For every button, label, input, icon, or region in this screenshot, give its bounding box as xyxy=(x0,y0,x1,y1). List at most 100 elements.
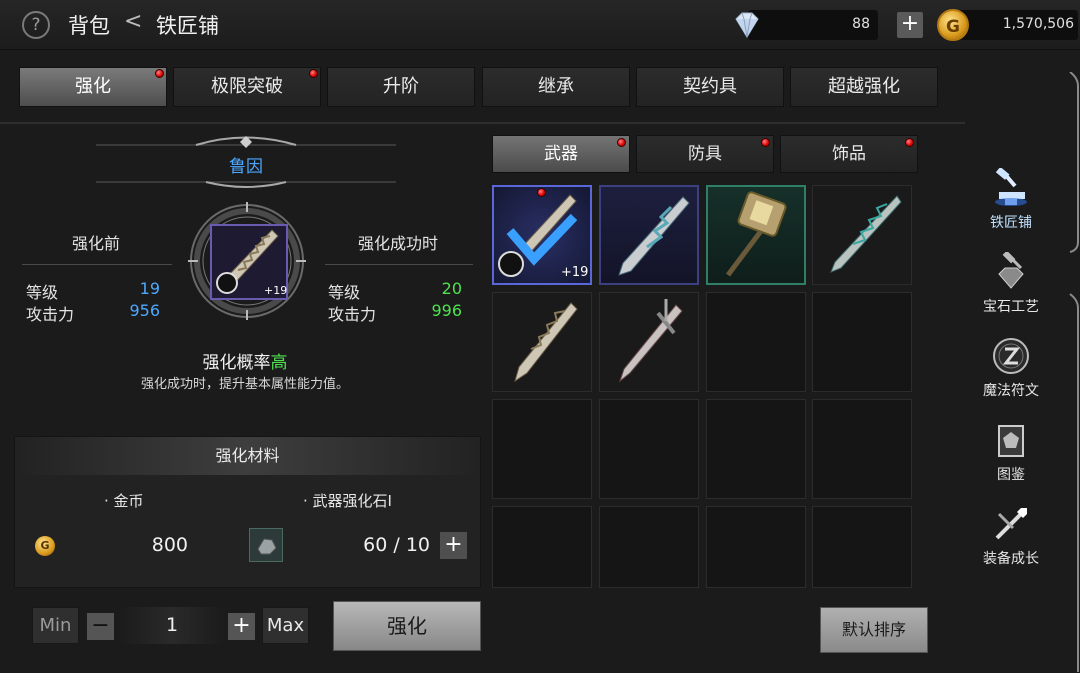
notification-dot xyxy=(537,188,546,197)
after-label: 强化成功时 xyxy=(358,234,439,253)
tab-weapons[interactable]: 武器 xyxy=(492,135,630,173)
side-nav-rune[interactable]: 魔法符文 xyxy=(968,336,1054,400)
inventory-slot[interactable] xyxy=(492,399,592,499)
help-button[interactable]: ? xyxy=(22,11,50,39)
divider xyxy=(0,122,965,124)
ornate-sword-icon xyxy=(618,196,690,276)
add-stone-button[interactable]: + xyxy=(440,532,467,559)
inventory-slot[interactable] xyxy=(599,185,699,285)
gold-coin-icon: G xyxy=(937,9,969,41)
tab-inherit[interactable]: 继承 xyxy=(482,67,630,107)
sort-button[interactable]: 默认排序 xyxy=(820,607,928,653)
stone-count: 60 / 10 xyxy=(363,534,430,556)
tab-enhance[interactable]: 强化 xyxy=(19,67,167,107)
inventory-slot[interactable] xyxy=(492,292,592,392)
gold-material-name: · 金币 xyxy=(104,492,144,510)
inventory-slot[interactable] xyxy=(812,185,912,285)
tab-rank-up[interactable]: 升阶 xyxy=(327,67,475,107)
enhance-level: +19 xyxy=(264,284,288,297)
diamond-icon xyxy=(735,12,759,38)
book-icon xyxy=(998,425,1024,457)
anvil-hammer-icon xyxy=(995,168,1027,206)
rate-description: 强化成功时，提升基本属性能力值。 xyxy=(140,377,349,392)
tab-label: 契约具 xyxy=(683,76,737,97)
tab-limit-break[interactable]: 极限突破 xyxy=(173,67,321,107)
divider xyxy=(22,264,172,265)
enhance-stone-icon[interactable] xyxy=(249,528,283,562)
inventory-slot[interactable] xyxy=(599,506,699,588)
serrated-blade-icon xyxy=(514,302,578,383)
tab-label: 饰品 xyxy=(832,144,866,164)
page-title: 铁匠铺 xyxy=(156,14,219,38)
level-label: 等级 xyxy=(328,283,361,302)
gem-counter: 88 xyxy=(748,10,878,40)
tab-label: 武器 xyxy=(544,144,578,164)
side-nav-label: 图鉴 xyxy=(997,467,1025,483)
cross-emblem-icon xyxy=(216,272,238,294)
character-name: 鲁因 xyxy=(229,157,263,177)
stone-material-name: · 武器强化石I xyxy=(303,492,392,510)
inventory-slot[interactable] xyxy=(812,292,912,392)
war-hammer-icon xyxy=(726,191,787,277)
before-label: 强化前 xyxy=(72,234,121,253)
breadcrumb-bag[interactable]: 背包 xyxy=(68,10,110,40)
enhance-button[interactable]: 强化 xyxy=(333,601,481,651)
inventory-slot[interactable] xyxy=(706,399,806,499)
add-gems-button[interactable]: + xyxy=(897,12,923,38)
before-level-value: 19 xyxy=(139,279,160,298)
max-button[interactable]: Max xyxy=(262,607,309,644)
tab-contract[interactable]: 契约具 xyxy=(636,67,784,107)
inventory-slot[interactable] xyxy=(706,292,806,392)
broadsword-icon xyxy=(618,299,683,383)
side-nav-gem-craft[interactable]: 宝石工艺 xyxy=(968,252,1054,316)
side-panel-frame xyxy=(1069,72,1079,672)
attack-label: 攻击力 xyxy=(328,305,377,324)
tab-label: 强化 xyxy=(75,76,111,97)
level-label: 等级 xyxy=(26,283,59,302)
side-nav-label: 宝石工艺 xyxy=(983,299,1039,315)
enhance-level: +19 xyxy=(561,265,589,280)
back-chevron-icon[interactable]: < xyxy=(124,9,142,34)
divider xyxy=(325,264,473,265)
notification-dot xyxy=(761,138,770,147)
tab-label: 升阶 xyxy=(383,76,419,97)
inventory-slot[interactable] xyxy=(812,399,912,499)
gold-cost: 800 xyxy=(151,534,188,556)
notification-dot xyxy=(155,69,164,78)
before-attack-value: 956 xyxy=(129,301,160,320)
side-nav-blacksmith[interactable]: 铁匠铺 xyxy=(968,168,1054,232)
inventory-slot[interactable] xyxy=(599,399,699,499)
inventory-slot[interactable]: +19 xyxy=(492,185,592,285)
decrease-button[interactable]: − xyxy=(87,613,114,640)
gold-counter: 1,570,506 xyxy=(954,10,1078,40)
gem-amount: 88 xyxy=(852,16,870,32)
inventory-slot[interactable] xyxy=(812,506,912,588)
min-button[interactable]: Min xyxy=(32,607,79,644)
inventory-slot[interactable] xyxy=(706,506,806,588)
rune-icon xyxy=(993,338,1029,374)
after-level-value: 20 xyxy=(441,279,462,298)
tab-label: 继承 xyxy=(538,76,574,97)
attack-label: 攻击力 xyxy=(26,305,75,324)
side-nav-label: 魔法符文 xyxy=(983,383,1039,399)
tab-accessories[interactable]: 饰品 xyxy=(780,135,918,173)
increase-button[interactable]: + xyxy=(228,613,255,640)
tab-transcend[interactable]: 超越强化 xyxy=(790,67,938,107)
notification-dot xyxy=(309,69,318,78)
gold-coin-icon: G xyxy=(35,536,55,556)
sword-arrow-icon xyxy=(995,508,1027,540)
notification-dot xyxy=(905,138,914,147)
notification-dot xyxy=(617,138,626,147)
tab-label: 极限突破 xyxy=(211,76,283,97)
quantity-value: 1 xyxy=(120,607,224,644)
inventory-slot[interactable] xyxy=(599,292,699,392)
materials-title: 强化材料 xyxy=(15,437,480,475)
jagged-sword-icon xyxy=(830,195,902,273)
side-nav-codex[interactable]: 图鉴 xyxy=(968,420,1054,484)
inventory-slot[interactable] xyxy=(492,506,592,588)
side-nav-gear-growth[interactable]: 装备成长 xyxy=(968,504,1054,568)
cross-emblem-icon xyxy=(498,251,524,277)
inventory-slot[interactable] xyxy=(706,185,806,285)
tab-label: 超越强化 xyxy=(828,76,900,97)
tab-armor[interactable]: 防具 xyxy=(636,135,774,173)
